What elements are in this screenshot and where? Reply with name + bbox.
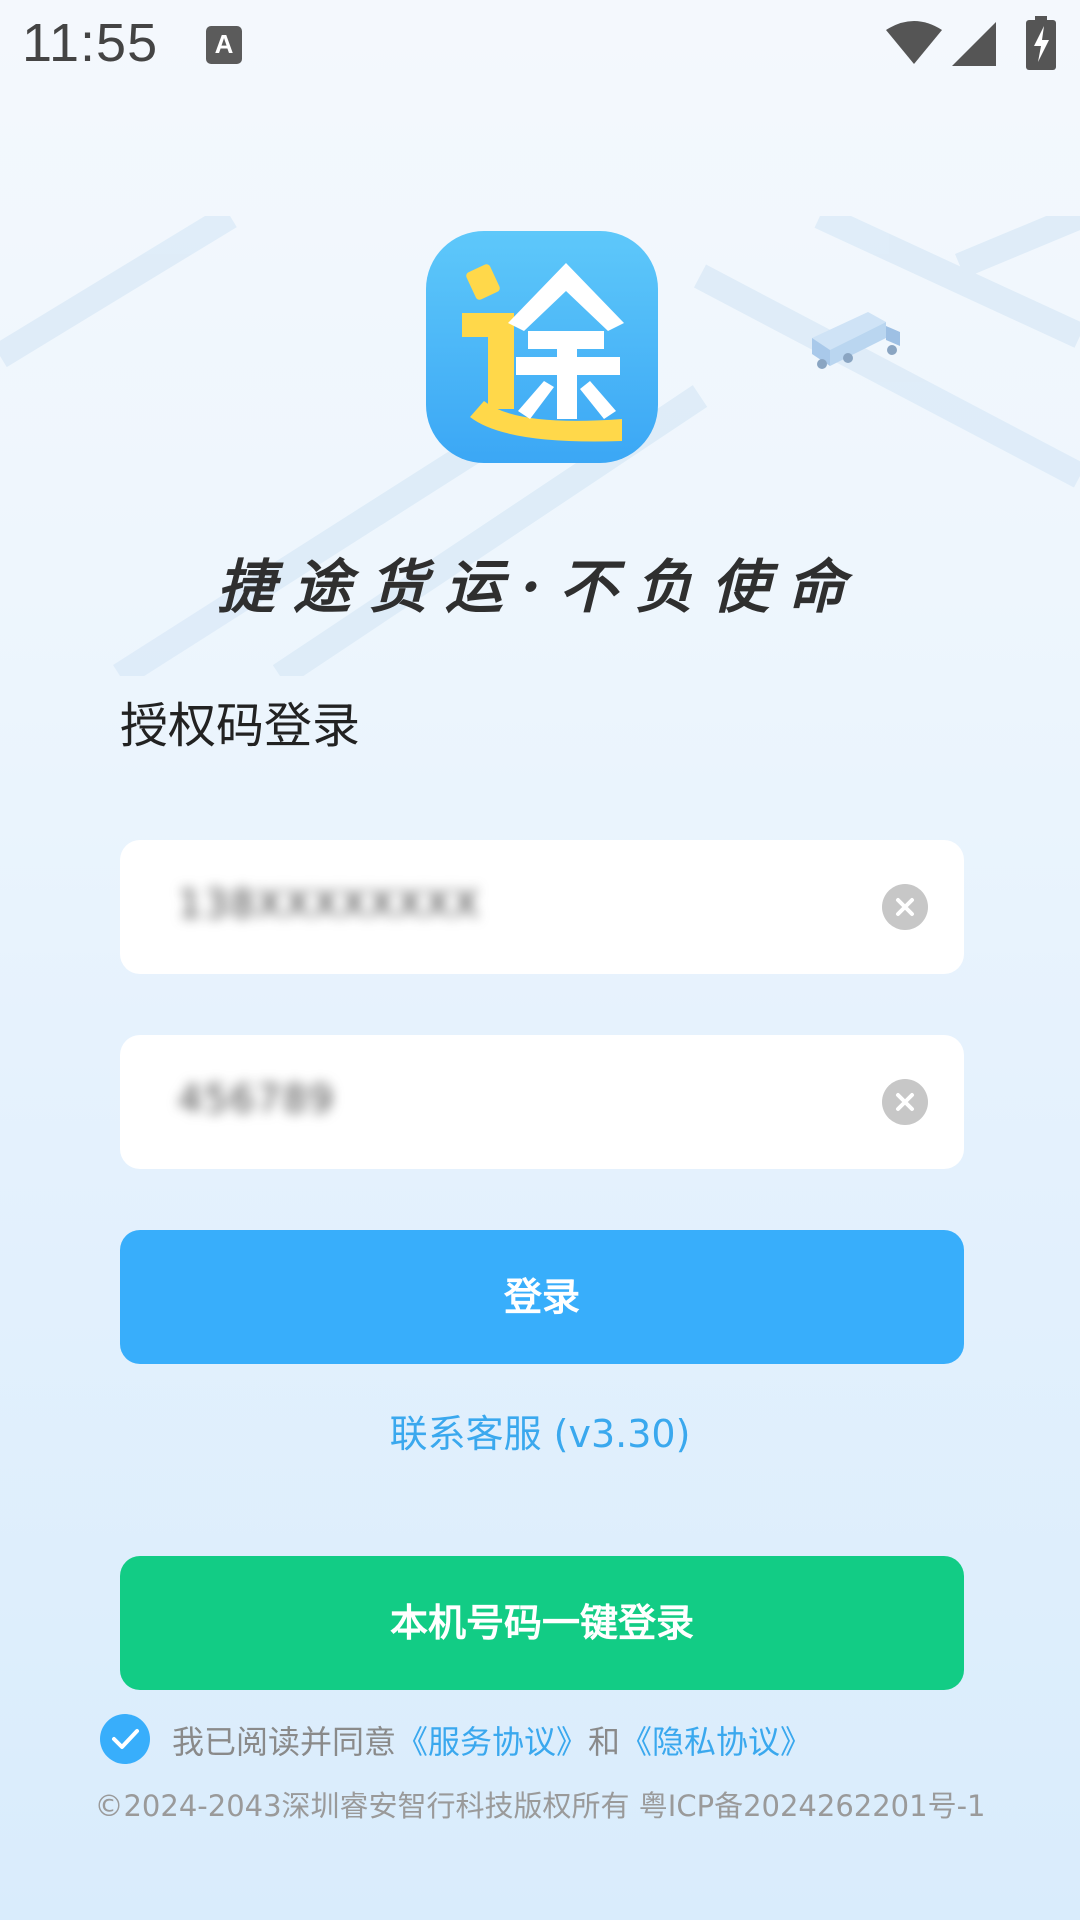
- slogan: 捷途货运·不负使命: [216, 553, 864, 621]
- agreement-text: 我已阅读并同意《服务协议》和《隐私协议》: [172, 1717, 812, 1763]
- account-input[interactable]: 138XXXXXXXX: [120, 840, 964, 974]
- wifi-icon: [886, 21, 942, 64]
- truck-illustration: [812, 312, 900, 369]
- login-button[interactable]: 登录: [120, 1230, 964, 1364]
- agreement-checkbox[interactable]: [100, 1714, 150, 1764]
- battery-charging-icon: [1026, 16, 1056, 70]
- clear-account-button[interactable]: [882, 884, 928, 930]
- page-title: 授权码登录: [120, 698, 361, 754]
- auth-code-input[interactable]: 456789: [120, 1035, 964, 1169]
- contact-label: 联系客服: [389, 1412, 542, 1456]
- logo-glyph: [462, 263, 624, 442]
- status-bar: 11:55 A: [0, 0, 1080, 96]
- text-a-icon: A: [206, 26, 242, 64]
- auth-code-input-value: 456789: [178, 1077, 336, 1121]
- close-icon: [896, 1093, 914, 1111]
- status-time: 11:55: [22, 13, 159, 73]
- service-agreement-link[interactable]: 《服务协议》: [396, 1723, 588, 1761]
- privacy-agreement-link[interactable]: 《隐私协议》: [620, 1723, 812, 1761]
- close-icon: [896, 898, 914, 916]
- clear-code-button[interactable]: [882, 1079, 928, 1125]
- one-click-login-button[interactable]: 本机号码一键登录: [120, 1556, 964, 1690]
- account-input-value: 138XXXXXXXX: [178, 882, 481, 926]
- agreement-and: 和: [588, 1723, 621, 1761]
- signal-icon: [952, 22, 996, 66]
- app-version: (v3.30): [553, 1412, 691, 1456]
- agreement-row: 我已阅读并同意《服务协议》和《隐私协议》: [100, 1713, 1000, 1764]
- check-icon: [112, 1729, 139, 1749]
- app-logo: [426, 231, 658, 463]
- copyright-footer: ©2024-2043深圳睿安智行科技版权所有 粤ICP备2024262201号-…: [94, 1789, 986, 1823]
- agreement-prefix: 我已阅读并同意: [172, 1723, 397, 1761]
- contact-support-link[interactable]: 联系客服 (v3.30): [0, 1403, 1080, 1458]
